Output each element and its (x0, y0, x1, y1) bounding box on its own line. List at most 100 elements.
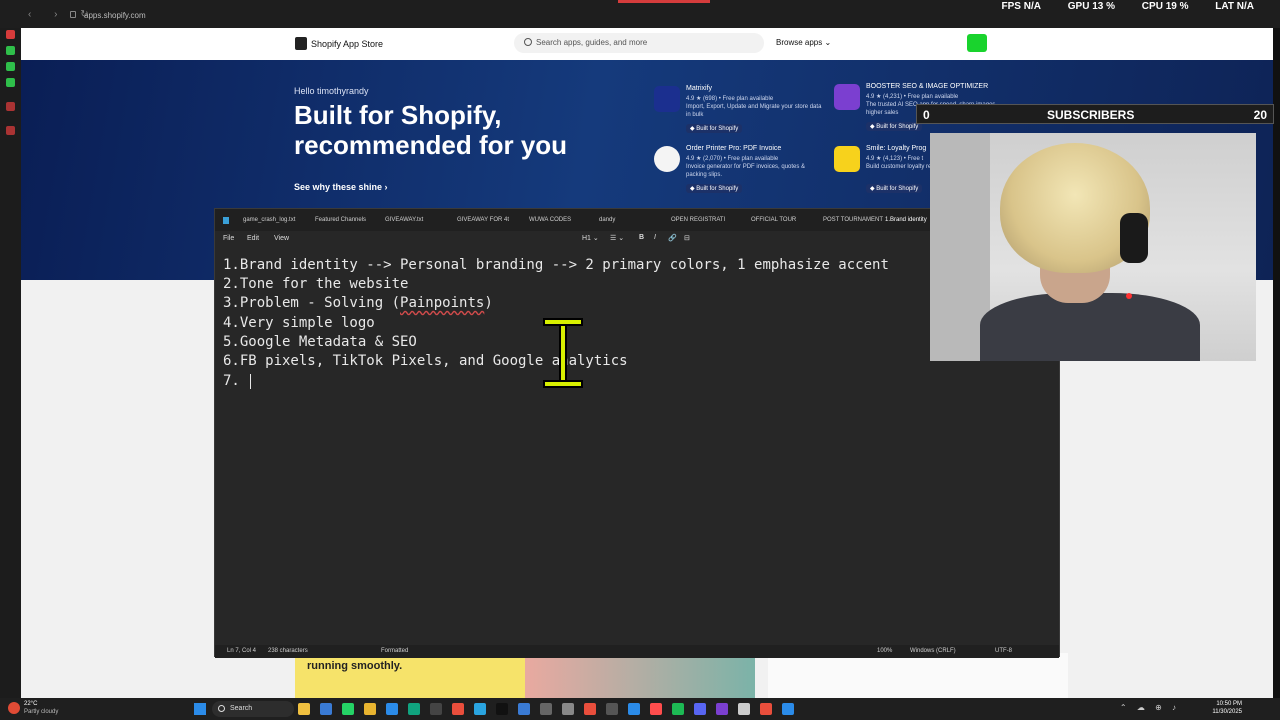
line-ending[interactable]: Windows (CRLF) (910, 648, 956, 654)
built-for-shopify-badge: ◆ Built for Shopify (866, 122, 923, 131)
taskbar-app-icon[interactable] (584, 703, 596, 715)
app-description: Invoice generator for PDF invoices, quot… (686, 164, 806, 178)
taskbar-app-icon[interactable] (738, 703, 750, 715)
tab-official-tour[interactable]: OFFICIAL TOUR (751, 217, 796, 223)
taskbar-app-icon[interactable] (562, 703, 574, 715)
desktop-screen: ‹ › ↻ apps.shopify.com FPS N/A GPU 13 % … (0, 0, 1280, 720)
tab-open-registration[interactable]: OPEN REGISTRATI (671, 217, 725, 223)
app-name: Smile: Loyalty Prog (866, 145, 927, 152)
taskbar-app-icon[interactable] (386, 703, 398, 715)
smile-loyalty-logo-icon (834, 146, 860, 172)
promo-card-image[interactable] (525, 653, 755, 698)
tab-brand-identity-active[interactable]: 1.Brand identity (885, 217, 927, 223)
text-line: 1.Brand identity --> Personal branding -… (223, 257, 889, 273)
app-rating: 4.9 ★ (4,231) • Free plan available (866, 94, 959, 100)
taskbar-app-icon[interactable] (672, 703, 684, 715)
search-placeholder: Search apps, guides, and more (536, 38, 648, 47)
menu-file[interactable]: File (223, 235, 234, 242)
active-tab-indicator (618, 0, 710, 3)
text-line: 5.Google Metadata & SEO (223, 334, 417, 350)
app-search-input[interactable]: Search apps, guides, and more (514, 33, 764, 53)
taskbar-app-icon[interactable] (716, 703, 728, 715)
taskbar-app-icon[interactable] (606, 703, 618, 715)
app-card[interactable]: Order Printer Pro: PDF Invoice 4.9 ★ (2,… (654, 145, 824, 202)
text-caret (250, 374, 251, 389)
taskbar-app-icon[interactable] (518, 703, 530, 715)
notepad-icon (223, 217, 229, 226)
rail-app-icon[interactable] (6, 126, 15, 135)
text-line: 4.Very simple logo (223, 315, 375, 331)
system-tray[interactable]: ⌃ ☁ ⊕ ♪ (1120, 703, 1180, 712)
tab-giveaway[interactable]: GIVEAWAY.txt (385, 217, 423, 223)
avatar[interactable] (967, 34, 987, 52)
rail-app-icon[interactable] (6, 78, 15, 87)
start-button[interactable] (194, 703, 206, 715)
rail-app-icon[interactable] (6, 102, 15, 111)
subscriber-goal-bar: 0 SUBSCRIBERS 20 (916, 104, 1274, 124)
browse-apps-dropdown[interactable]: Browse apps ⌄ (776, 38, 831, 47)
promo-card-white[interactable] (768, 653, 1068, 698)
greeting-text: Hello timothyrandy (294, 86, 369, 96)
rail-app-icon[interactable] (6, 46, 15, 55)
taskbar-app-icon[interactable] (298, 703, 310, 715)
misspelled-word[interactable]: Painpoints (400, 295, 484, 311)
address-bar[interactable]: apps.shopify.com (84, 11, 146, 20)
zoom-level[interactable]: 100% (877, 648, 892, 654)
browser-toolbar: ‹ › ↻ apps.shopify.com FPS N/A GPU 13 % … (0, 0, 1280, 28)
taskbar-app-icon[interactable] (474, 703, 486, 715)
taskbar-app-icon[interactable] (364, 703, 376, 715)
taskbar-search[interactable]: Search (212, 701, 294, 717)
menu-view[interactable]: View (274, 235, 289, 242)
see-why-link[interactable]: See why these shine › (294, 182, 388, 192)
built-for-shopify-badge: ◆ Built for Shopify (866, 184, 923, 193)
windows-taskbar: 22°C Partly cloudy Search ⌃ ☁ ⊕ ♪ 10:50 … (0, 698, 1280, 720)
taskbar-app-icon[interactable] (342, 703, 354, 715)
taskbar-app-icon[interactable] (760, 703, 772, 715)
shopify-bag-icon[interactable] (295, 37, 307, 50)
webcam-overlay (930, 133, 1256, 361)
promo-text: running smoothly. (307, 660, 403, 672)
headset-icon (1120, 213, 1148, 263)
performance-stats: FPS N/A GPU 13 % CPU 19 % LAT N/A (1001, 1, 1254, 12)
rail-app-icon[interactable] (6, 30, 15, 39)
link-icon[interactable]: 🔗 (668, 234, 677, 242)
app-name: Matrixify (686, 85, 713, 92)
taskbar-app-icon[interactable] (408, 703, 420, 715)
tab-game-crash-log[interactable]: game_crash_log.txt (243, 217, 295, 223)
rail-app-icon[interactable] (6, 62, 15, 71)
order-printer-logo-icon (654, 146, 680, 172)
app-card[interactable]: Matrixify 4.9 ★ (698) • Free plan availa… (654, 85, 824, 142)
taskbar-app-icon[interactable] (430, 703, 442, 715)
tab-giveaway-4t[interactable]: GIVEAWAY FOR 4t (457, 217, 509, 223)
encoding[interactable]: UTF-8 (995, 648, 1012, 654)
text-line: 2.Tone for the website (223, 276, 409, 292)
taskbar-app-icon[interactable] (452, 703, 464, 715)
taskbar-app-icon[interactable] (320, 703, 332, 715)
menu-edit[interactable]: Edit (247, 235, 259, 242)
tab-post-tournament[interactable]: POST TOURNAMENT (823, 217, 883, 223)
subscriber-count-goal: 20 (1253, 108, 1267, 122)
clear-format-icon[interactable]: ⊟ (684, 234, 690, 242)
tab-wuwa-codes[interactable]: WUWA CODES (529, 217, 571, 223)
taskbar-app-icon[interactable] (628, 703, 640, 715)
taskbar-app-icon[interactable] (496, 703, 508, 715)
bold-button[interactable]: B (639, 234, 644, 241)
tab-featured-channels[interactable]: Featured Channels (315, 217, 366, 223)
notepad-status-bar: Ln 7, Col 4 238 characters Formatted 100… (215, 645, 1059, 658)
taskbar-app-icon[interactable] (694, 703, 706, 715)
weather-widget[interactable]: 22°C Partly cloudy (8, 700, 68, 718)
format-status[interactable]: Formatted (381, 648, 408, 654)
clock-time: 10:50 PM (1216, 701, 1242, 707)
list-dropdown-icon[interactable]: ☰ ⌄ (610, 234, 624, 242)
taskbar-app-icon[interactable] (540, 703, 552, 715)
taskbar-app-icon[interactable] (782, 703, 794, 715)
browser-side-rail (0, 28, 21, 698)
clock[interactable]: 10:50 PM 11/30/2025 (1212, 700, 1242, 716)
tab-dandy[interactable]: dandy (599, 217, 615, 223)
clock-date: 11/30/2025 (1212, 709, 1242, 715)
heading-dropdown[interactable]: H1 ⌄ (582, 234, 599, 242)
character-count: 238 characters (268, 648, 308, 654)
store-title[interactable]: Shopify App Store (311, 39, 383, 49)
taskbar-app-icon[interactable] (650, 703, 662, 715)
italic-button[interactable]: I (654, 234, 656, 241)
